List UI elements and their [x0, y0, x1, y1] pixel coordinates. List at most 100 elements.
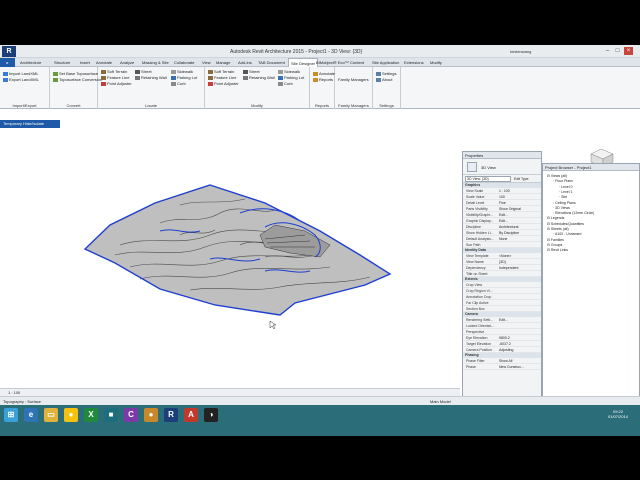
tab-insert[interactable]: Insert: [80, 60, 90, 65]
family-managers-button[interactable]: Family Managers: [338, 77, 369, 82]
retaining-wall-button[interactable]: Retaining Wall: [135, 75, 167, 80]
export-landxml-button[interactable]: Export LandXML: [3, 77, 39, 82]
property-row[interactable]: Camera Position Adjusting: [463, 347, 541, 353]
street-button[interactable]: Street: [135, 69, 152, 74]
close-button[interactable]: ×: [624, 47, 633, 55]
browser-item[interactable]: · Ceiling Plans: [553, 201, 576, 205]
modify-point-adjuster-button[interactable]: Point Adjuster: [208, 81, 239, 86]
modify-feature-line-button[interactable]: Feature Line: [208, 75, 236, 80]
tab-manage[interactable]: Manage: [216, 60, 230, 65]
property-row[interactable]: Section Box: [463, 306, 541, 312]
modify-curb-button[interactable]: Curb: [278, 81, 293, 86]
browser-item[interactable]: ⊟ Schedules/Quantities: [547, 222, 584, 226]
browser-item[interactable]: ⊟ Views (all): [547, 174, 567, 178]
annotate-button[interactable]: Annotate: [313, 71, 335, 76]
tab-structure[interactable]: Structure: [54, 60, 70, 65]
property-row[interactable]: Title on Sheet: [463, 271, 541, 277]
modify-soft-terrain-button[interactable]: Soft Terrain: [208, 69, 234, 74]
toposurface-conversion-button[interactable]: Toposurface Conversion: [53, 77, 102, 82]
browser-item-label: Floor Plans: [555, 179, 573, 184]
view-tab-temporary-hide-isolate[interactable]: Temporary Hide/Isolate: [0, 120, 60, 128]
edit-type-button[interactable]: Edit Type: [514, 176, 529, 182]
user-name[interactable]: kristenwang: [510, 49, 531, 54]
tab-massing-site[interactable]: Massing & Site: [142, 60, 169, 65]
tab-annotate[interactable]: Annotate: [96, 60, 112, 65]
panel-modify: Soft Terrain Feature Line Point Adjuster…: [205, 67, 310, 109]
browser-item[interactable]: ⊟ Sheets (all): [547, 227, 569, 231]
property-key: Section Box: [466, 307, 485, 311]
browser-item[interactable]: · Level 1: [559, 190, 572, 194]
browser-item[interactable]: ⊟ Groups: [547, 243, 562, 247]
point-adjuster-button[interactable]: Point Adjuster: [101, 81, 132, 86]
toposurface-fill: [85, 185, 390, 315]
parking-lot-button[interactable]: Parking Lot: [171, 75, 197, 80]
tab-site-application[interactable]: Site Application: [372, 60, 399, 65]
browser-item[interactable]: ⊟ Revit Links: [547, 248, 568, 252]
modify-street-button[interactable]: Street: [243, 69, 260, 74]
import-landxml-button[interactable]: Import LandXML: [3, 71, 39, 76]
autocad-icon[interactable]: A: [184, 408, 198, 422]
file-tab[interactable]: ▸: [0, 58, 15, 67]
tab-modify[interactable]: Modify: [430, 60, 442, 65]
start-button-icon[interactable]: ⊞: [4, 408, 18, 422]
tab-extensions[interactable]: Extensions: [404, 60, 424, 65]
tab-architecture[interactable]: Architecture: [20, 60, 41, 65]
settings-button[interactable]: Settings: [376, 71, 396, 76]
ribbon: Import LandXML Export LandXML Import/Exp…: [0, 67, 640, 109]
tab-bimobject-eco[interactable]: BIMobject® Eco™: [316, 60, 349, 65]
curb-button[interactable]: Curb: [171, 81, 186, 86]
3dsmax-icon[interactable]: ◑: [204, 408, 218, 422]
modify-retaining-wall-button[interactable]: Retaining Wall: [243, 75, 275, 80]
tab-collaborate[interactable]: Collaborate: [174, 60, 194, 65]
browser-item[interactable]: · A100 - Unnamed: [553, 232, 581, 236]
recorder-icon[interactable]: ●: [144, 408, 158, 422]
file-explorer-icon[interactable]: ▭: [44, 408, 58, 422]
modify-sidewalk-button[interactable]: Sidewalk: [278, 69, 300, 74]
browser-item[interactable]: · Site: [559, 195, 567, 199]
tab-analyze[interactable]: Analyze: [120, 60, 134, 65]
camtasia-icon[interactable]: C: [124, 408, 138, 422]
browser-item[interactable]: · Elevations (12mm Circle): [553, 211, 594, 215]
tab-site-designer[interactable]: Site Designer: [288, 58, 319, 67]
browser-item-label: Level 1: [561, 189, 573, 194]
view-scale[interactable]: 1 : 100: [8, 390, 20, 395]
about-button[interactable]: About: [376, 77, 392, 82]
panel-locate: Soft Terrain Feature Line Point Adjuster…: [98, 67, 205, 109]
excel-icon[interactable]: X: [84, 408, 98, 422]
browser-item[interactable]: ⊟ Legends: [547, 216, 564, 220]
browser-item[interactable]: ⊟ Families: [547, 238, 564, 242]
sidewalk-button[interactable]: Sidewalk: [171, 69, 193, 74]
browser-item[interactable]: · Level 0: [559, 185, 572, 189]
revit-logo-button[interactable]: R: [2, 46, 16, 57]
instance-selector[interactable]: 3D View: {3D}: [465, 176, 511, 182]
feature-line-button[interactable]: Feature Line: [101, 75, 129, 80]
internet-explorer-icon[interactable]: e: [24, 408, 38, 422]
maximize-button[interactable]: □: [613, 47, 622, 55]
app-icon[interactable]: ■: [104, 408, 118, 422]
tab-content[interactable]: Content: [350, 60, 364, 65]
terrain-3d-view[interactable]: [60, 175, 400, 365]
property-value[interactable]: Adjusting: [499, 347, 513, 353]
modify-parking-lot-button[interactable]: Parking Lot: [278, 75, 304, 80]
panel-settings: Settings About Settings: [373, 67, 401, 109]
reports-button[interactable]: Reports: [313, 77, 333, 82]
revit-taskbar-icon[interactable]: R: [164, 408, 178, 422]
chrome-icon[interactable]: ●: [64, 408, 78, 422]
tab-tab-document[interactable]: TAB Document: [258, 60, 285, 65]
tab-view[interactable]: View: [202, 60, 211, 65]
tab-add-ins[interactable]: Add-Ins: [238, 60, 252, 65]
soft-terrain-button[interactable]: Soft Terrain: [101, 69, 127, 74]
type-selector[interactable]: 3D View: [463, 159, 541, 175]
browser-item[interactable]: · Floor Plans: [553, 179, 573, 183]
property-key: Title on Sheet: [466, 272, 488, 276]
minimize-button[interactable]: –: [603, 47, 612, 55]
view-control-bar: 1 : 100: [0, 388, 460, 396]
panel-title: Settings: [379, 103, 394, 108]
property-key: Phase: [466, 365, 476, 369]
browser-item[interactable]: · 3D Views: [553, 206, 570, 210]
property-row[interactable]: Phase New Construc...: [463, 364, 541, 370]
property-value[interactable]: New Construc...: [499, 364, 524, 370]
set-base-toposurface-button[interactable]: Set Base Toposurface: [53, 71, 98, 76]
property-row[interactable]: Sun Path: [463, 242, 541, 248]
clock[interactable]: 09:22 01/07/2014: [608, 409, 628, 419]
